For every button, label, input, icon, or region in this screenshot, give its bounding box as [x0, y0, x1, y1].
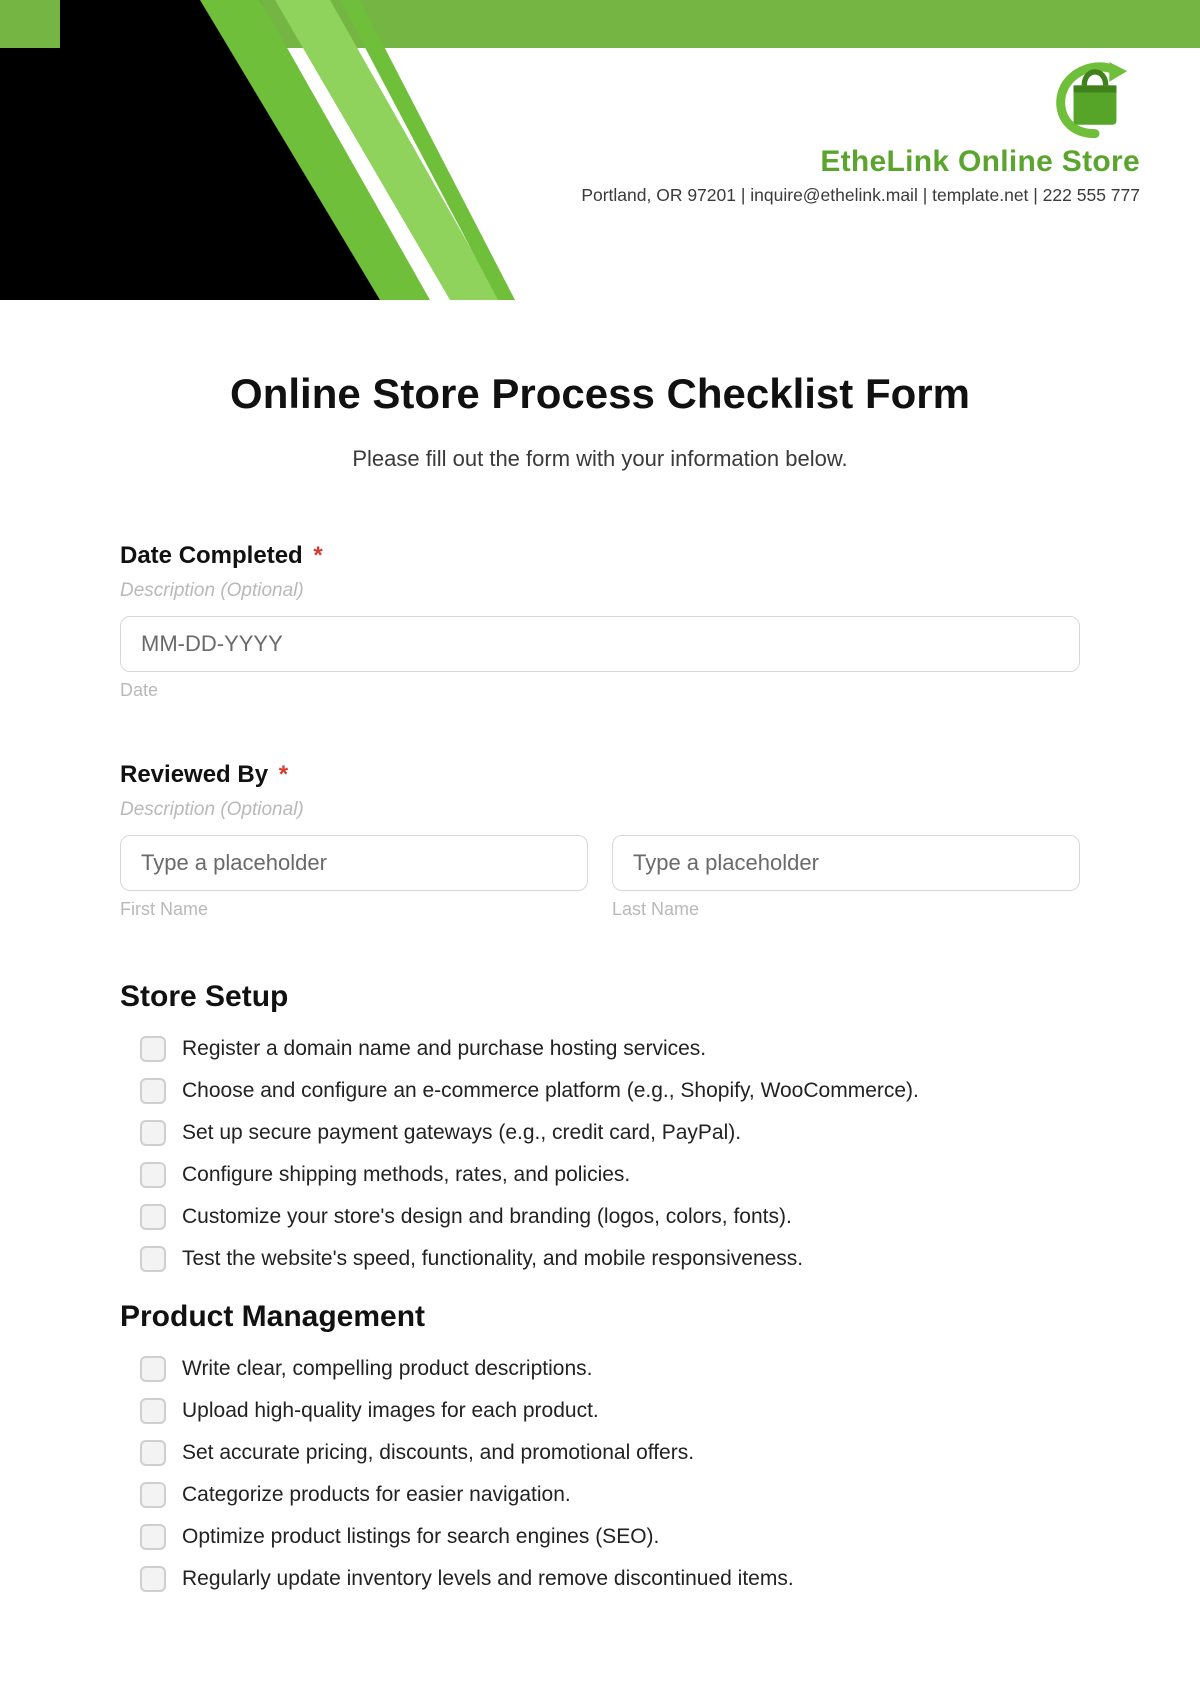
- reviewed-by-field: Reviewed By * Description (Optional) Fir…: [120, 761, 1080, 920]
- reviewed-by-description: Description (Optional): [120, 799, 1080, 821]
- shopping-bag-icon: [1050, 55, 1140, 139]
- list-item: Register a domain name and purchase host…: [140, 1036, 1080, 1062]
- brand-logo: [581, 55, 1140, 139]
- list-item: Set up secure payment gateways (e.g., cr…: [140, 1120, 1080, 1146]
- list-item: Regularly update inventory levels and re…: [140, 1566, 1080, 1592]
- checkbox[interactable]: [140, 1356, 166, 1382]
- page-subtitle: Please fill out the form with your infor…: [120, 446, 1080, 472]
- brand-block: EtheLink Online Store Portland, OR 97201…: [581, 55, 1140, 206]
- date-completed-input[interactable]: [120, 616, 1080, 672]
- brand-contact: Portland, OR 97201 | inquire@ethelink.ma…: [581, 185, 1140, 206]
- checkbox[interactable]: [140, 1246, 166, 1272]
- checkbox[interactable]: [140, 1482, 166, 1508]
- page-title: Online Store Process Checklist Form: [120, 370, 1080, 418]
- checkbox-label: Register a domain name and purchase host…: [182, 1037, 706, 1061]
- list-item: Optimize product listings for search eng…: [140, 1524, 1080, 1550]
- store-setup-list: Register a domain name and purchase host…: [120, 1036, 1080, 1272]
- checkbox-label: Write clear, compelling product descript…: [182, 1357, 592, 1381]
- checkbox[interactable]: [140, 1120, 166, 1146]
- date-completed-description: Description (Optional): [120, 580, 1080, 602]
- checkbox[interactable]: [140, 1440, 166, 1466]
- list-item: Customize your store's design and brandi…: [140, 1204, 1080, 1230]
- product-management-heading: Product Management: [120, 1300, 1080, 1334]
- date-completed-label: Date Completed *: [120, 542, 1080, 570]
- date-completed-label-text: Date Completed: [120, 542, 303, 569]
- list-item: Upload high-quality images for each prod…: [140, 1398, 1080, 1424]
- checkbox-label: Optimize product listings for search eng…: [182, 1525, 659, 1549]
- list-item: Set accurate pricing, discounts, and pro…: [140, 1440, 1080, 1466]
- checkbox-label: Configure shipping methods, rates, and p…: [182, 1163, 630, 1187]
- checkbox[interactable]: [140, 1078, 166, 1104]
- reviewed-by-label-text: Reviewed By: [120, 761, 268, 788]
- checkbox-label: Test the website's speed, functionality,…: [182, 1247, 803, 1271]
- last-name-input[interactable]: [612, 835, 1080, 891]
- list-item: Write clear, compelling product descript…: [140, 1356, 1080, 1382]
- list-item: Configure shipping methods, rates, and p…: [140, 1162, 1080, 1188]
- date-completed-sublabel: Date: [120, 680, 1080, 701]
- date-completed-field: Date Completed * Description (Optional) …: [120, 542, 1080, 701]
- last-name-sublabel: Last Name: [612, 899, 1080, 920]
- checkbox-label: Categorize products for easier navigatio…: [182, 1483, 571, 1507]
- checkbox[interactable]: [140, 1162, 166, 1188]
- checkbox[interactable]: [140, 1036, 166, 1062]
- list-item: Choose and configure an e-commerce platf…: [140, 1078, 1080, 1104]
- store-setup-heading: Store Setup: [120, 980, 1080, 1014]
- checkbox[interactable]: [140, 1204, 166, 1230]
- checkbox-label: Set up secure payment gateways (e.g., cr…: [182, 1121, 741, 1145]
- checkbox-label: Customize your store's design and brandi…: [182, 1205, 792, 1229]
- reviewed-by-label: Reviewed By *: [120, 761, 1080, 789]
- required-mark: *: [279, 761, 288, 788]
- brand-name: EtheLink Online Store: [581, 145, 1140, 179]
- checkbox-label: Upload high-quality images for each prod…: [182, 1399, 599, 1423]
- checkbox[interactable]: [140, 1398, 166, 1424]
- first-name-input[interactable]: [120, 835, 588, 891]
- checkbox-label: Set accurate pricing, discounts, and pro…: [182, 1441, 694, 1465]
- checkbox[interactable]: [140, 1524, 166, 1550]
- header-banner: EtheLink Online Store Portland, OR 97201…: [0, 0, 1200, 300]
- first-name-sublabel: First Name: [120, 899, 588, 920]
- required-mark: *: [313, 542, 322, 569]
- list-item: Categorize products for easier navigatio…: [140, 1482, 1080, 1508]
- checkbox-label: Choose and configure an e-commerce platf…: [182, 1079, 919, 1103]
- form-page: Online Store Process Checklist Form Plea…: [120, 370, 1080, 1592]
- header-stripes-graphic: [0, 0, 520, 300]
- list-item: Test the website's speed, functionality,…: [140, 1246, 1080, 1272]
- checkbox-label: Regularly update inventory levels and re…: [182, 1567, 794, 1591]
- product-management-list: Write clear, compelling product descript…: [120, 1356, 1080, 1592]
- checkbox[interactable]: [140, 1566, 166, 1592]
